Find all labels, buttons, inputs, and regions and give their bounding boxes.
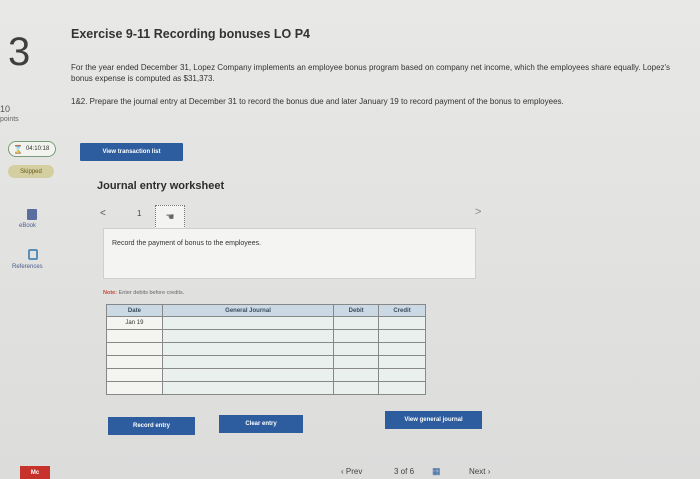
note: Note: Enter debits before credits. [103,290,184,296]
assignment-page: 3 10 points ⌛ 04:10:18 Skipped eBook Ref… [0,0,700,479]
table-header-row: Date General Journal Debit Credit [106,304,426,317]
clear-entry-button[interactable]: Clear entry [219,415,303,433]
date-cell[interactable] [106,355,163,369]
note-prefix: Note: [103,290,118,296]
view-general-journal-button[interactable]: View general journal [385,411,482,429]
note-text: Enter debits before credits. [117,290,185,296]
ebook-icon[interactable] [27,209,37,220]
debit-input[interactable] [333,316,380,330]
account-input[interactable] [161,381,335,395]
ebook-link[interactable]: eBook [19,223,36,229]
instruction-text: Record the payment of bonus to the emplo… [112,240,262,247]
hand-pointer-icon: ☚ [165,211,175,223]
table-row [106,342,426,356]
credit-input[interactable] [378,342,426,356]
date-cell[interactable] [106,329,163,343]
credit-input[interactable] [378,316,426,330]
debit-input[interactable] [333,368,380,382]
chevron-right-icon[interactable]: > [475,206,481,218]
header-credit: Credit [378,304,426,317]
timer: ⌛ 04:10:18 [8,141,56,157]
step-tab-active[interactable]: ☚ [155,205,185,229]
brand-logo: Mc [20,466,50,479]
account-input[interactable] [161,316,335,330]
date-cell[interactable] [106,381,163,395]
header-date: Date [106,304,163,317]
table-row: Jan 19 [106,316,426,330]
left-rail: 3 10 points ⌛ 04:10:18 Skipped eBook Ref… [0,0,62,479]
account-input[interactable] [161,329,335,343]
table-row [106,355,426,369]
chevron-left-small-icon: ‹ [341,467,344,476]
step-number[interactable]: 1 [137,209,141,218]
account-input[interactable] [161,342,335,356]
references-icon[interactable] [28,249,38,260]
credit-input[interactable] [378,381,426,395]
journal-table: Date General Journal Debit Credit Jan 19 [106,304,426,395]
grid-icon[interactable]: ▦ [432,466,441,477]
table-row [106,329,426,343]
worksheet-title: Journal entry worksheet [97,180,225,192]
prev-label: Prev [345,467,363,476]
exercise-title: Exercise 9-11 Recording bonuses LO P4 [71,27,310,41]
timer-text: 04:10:18 [25,146,50,152]
prev-link[interactable]: ‹ Prev [341,467,362,476]
references-link[interactable]: References [12,264,43,270]
next-link[interactable]: Next › [469,467,490,476]
account-input[interactable] [161,368,335,382]
requirement-text: 1&2. Prepare the journal entry at Decemb… [71,97,564,106]
chevron-right-small-icon: › [487,467,491,476]
question-number: 3 [8,30,31,74]
debit-input[interactable] [333,329,380,343]
points-label: points [0,116,19,123]
table-row [106,381,426,395]
problem-text: For the year ended December 31, Lopez Co… [71,63,671,83]
credit-input[interactable] [378,368,426,382]
chevron-left-icon[interactable]: < [100,208,106,219]
page-indicator: 3 of 6 [394,467,415,476]
header-general-journal: General Journal [161,304,335,317]
credit-input[interactable] [378,355,426,369]
table-row [106,368,426,382]
hourglass-icon: ⌛ [13,144,23,154]
points-value: 10 [0,104,11,114]
instruction-box: Record the payment of bonus to the emplo… [103,228,476,279]
debit-input[interactable] [333,355,380,369]
view-transaction-list-button[interactable]: View transaction list [80,143,183,161]
next-label: Next [469,467,486,476]
debit-input[interactable] [333,342,380,356]
debit-input[interactable] [333,381,380,395]
date-cell[interactable] [106,368,163,382]
header-debit: Debit [333,304,380,317]
date-cell[interactable] [106,342,163,356]
account-input[interactable] [161,355,335,369]
date-cell[interactable]: Jan 19 [106,316,163,330]
credit-input[interactable] [378,329,426,343]
status-badge: Skipped [8,165,54,178]
record-entry-button[interactable]: Record entry [108,417,195,435]
